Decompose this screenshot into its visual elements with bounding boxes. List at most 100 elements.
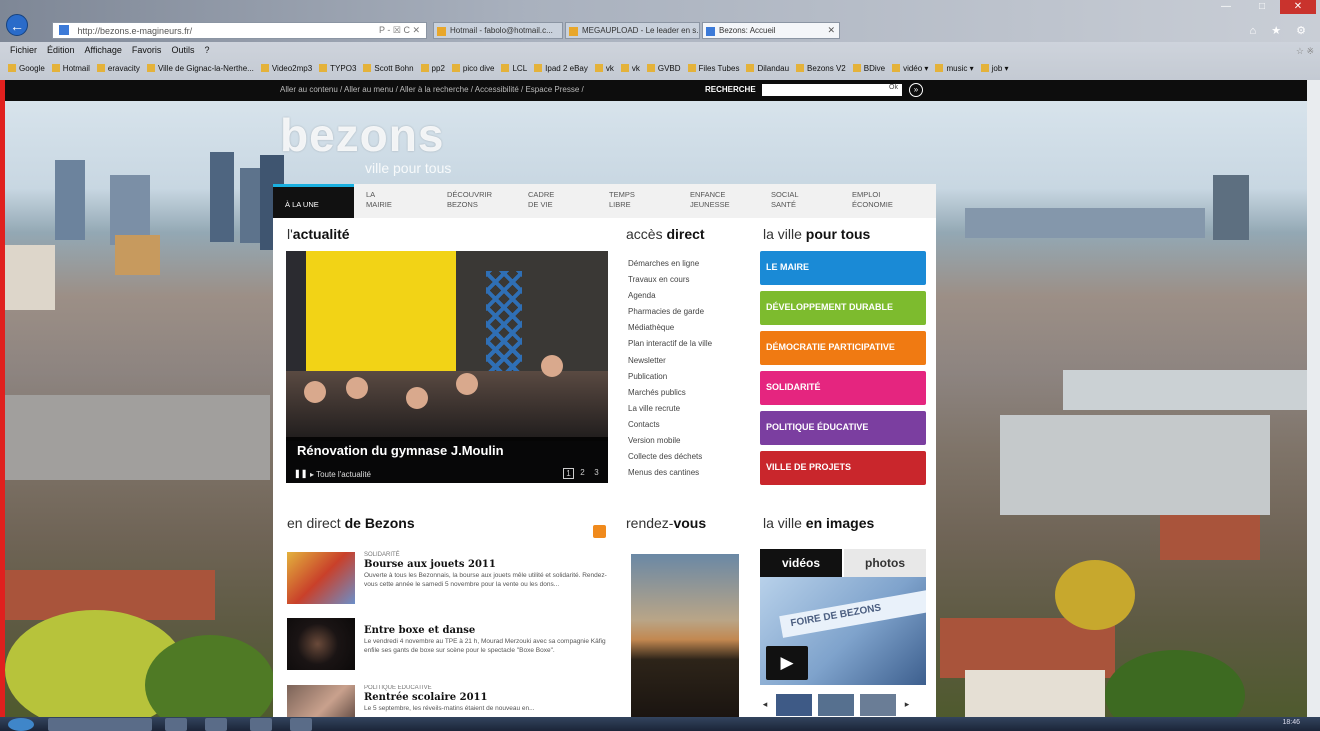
site-logo[interactable]: bezons: [280, 108, 444, 162]
video-thumbnail[interactable]: [860, 693, 896, 716]
favorite-item[interactable]: pico dive: [451, 64, 494, 80]
nav-item[interactable]: SOCIAL SANTÉ: [759, 184, 840, 218]
favorite-item[interactable]: pp2: [420, 64, 445, 80]
taskbar-item[interactable]: [205, 718, 227, 731]
close-tab-icon[interactable]: ✕: [827, 25, 835, 36]
slide-page-button[interactable]: 2: [577, 468, 588, 479]
tab-photos[interactable]: photos: [844, 549, 926, 577]
list-item[interactable]: SOLIDARITÉ Bourse aux jouets 2011 Ouvert…: [287, 552, 609, 606]
favorite-item[interactable]: Google: [8, 64, 45, 80]
favorite-item[interactable]: BDive: [852, 64, 885, 80]
nav-item[interactable]: À LA UNE: [273, 184, 354, 218]
taskbar-item[interactable]: [290, 718, 312, 731]
thumbnail-prev-icon[interactable]: ◂: [760, 699, 770, 710]
ville-pour-tous-button[interactable]: LE MAIRE: [760, 251, 926, 285]
favorite-item[interactable]: Hotmail: [51, 64, 90, 80]
ville-pour-tous-button[interactable]: SOLIDARITÉ: [760, 371, 926, 405]
acces-direct-link[interactable]: Version mobile: [628, 433, 712, 449]
favorite-item[interactable]: Video2mp3: [260, 64, 312, 80]
favorite-item[interactable]: eravacity: [96, 64, 140, 80]
ville-pour-tous-button[interactable]: POLITIQUE ÉDUCATIVE: [760, 411, 926, 445]
acces-direct-link[interactable]: Démarches en ligne: [628, 256, 712, 272]
favorite-item[interactable]: vidéo ▾: [892, 64, 928, 80]
video-thumbnail[interactable]: [776, 693, 812, 716]
acces-direct-link[interactable]: La ville recrute: [628, 401, 712, 417]
nav-item[interactable]: CADRE DE VIE: [516, 184, 597, 218]
acces-direct-link[interactable]: Newsletter: [628, 353, 712, 369]
acces-direct-link[interactable]: Agenda: [628, 288, 712, 304]
start-button[interactable]: [8, 718, 34, 731]
list-item[interactable]: POLITIQUE ÉDUCATIVE Rentrée scolaire 201…: [287, 685, 609, 717]
menu-affichage[interactable]: Affichage: [85, 45, 122, 60]
nav-item[interactable]: LA MAIRIE: [354, 184, 435, 218]
nav-item[interactable]: DÉCOUVRIR BEZONS: [435, 184, 516, 218]
accessibility-links[interactable]: Aller au contenu / Aller au menu / Aller…: [280, 85, 584, 94]
nav-item[interactable]: ENFANCE JEUNESSE: [678, 184, 759, 218]
thumbnail-next-icon[interactable]: ▸: [902, 699, 912, 710]
all-news-link[interactable]: ▸ Toute l'actualité: [310, 470, 371, 479]
browser-tab-hotmail[interactable]: Hotmail - fabolo@hotmail.c...: [433, 22, 563, 39]
taskbar-item[interactable]: [165, 718, 187, 731]
scrollbar[interactable]: [1307, 80, 1320, 717]
video-thumbnail[interactable]: [818, 693, 854, 716]
menu-help[interactable]: ?: [204, 45, 209, 60]
favorite-item[interactable]: music ▾: [935, 64, 974, 80]
slide-title[interactable]: Rénovation du gymnase J.Moulin: [297, 443, 504, 458]
ville-pour-tous-button[interactable]: VILLE DE PROJETS: [760, 451, 926, 485]
slide-page-button[interactable]: 3: [591, 468, 602, 479]
acces-direct-link[interactable]: Collecte des déchets: [628, 449, 712, 465]
acces-direct-link[interactable]: Contacts: [628, 417, 712, 433]
acces-direct-link[interactable]: Travaux en cours: [628, 272, 712, 288]
ville-pour-tous-button[interactable]: DÉMOCRATIE PARTICIPATIVE: [760, 331, 926, 365]
minimize-button[interactable]: —: [1208, 0, 1244, 14]
acces-direct-link[interactable]: Pharmacies de garde: [628, 304, 712, 320]
favorite-item[interactable]: Files Tubes: [687, 64, 739, 80]
address-bar[interactable]: http://bezons.e-magineurs.fr/ P - ☒ C ✕: [52, 22, 427, 39]
menu-outils[interactable]: Outils: [171, 45, 194, 60]
news-title[interactable]: Rentrée scolaire 2011: [364, 692, 487, 703]
video-player[interactable]: FOIRE DE BEZONS ▶: [760, 577, 926, 685]
acces-direct-link[interactable]: Menus des cantines: [628, 465, 712, 481]
taskbar-item[interactable]: [250, 718, 272, 731]
favorite-item[interactable]: vk: [620, 64, 640, 80]
favorite-item[interactable]: Ville de Gignac-la-Nerthe...: [146, 64, 254, 80]
play-icon[interactable]: ▶: [766, 646, 808, 680]
taskbar-item-browser[interactable]: [48, 718, 152, 731]
favorite-item[interactable]: Bezons V2: [796, 64, 846, 80]
browser-tab-bezons[interactable]: Bezons: Accueil ✕: [702, 22, 840, 39]
menu-favoris[interactable]: Favoris: [132, 45, 162, 60]
menu-edition[interactable]: Édition: [47, 45, 75, 60]
ville-pour-tous-button[interactable]: DÉVELOPPEMENT DURABLE: [760, 291, 926, 325]
search-input[interactable]: Ok: [762, 84, 902, 96]
address-tools-icons[interactable]: P - ☒ C ✕: [379, 25, 420, 36]
news-slideshow[interactable]: Rénovation du gymnase J.Moulin ❚❚ ▸ Tout…: [286, 251, 608, 483]
acces-direct-link[interactable]: Marchés publics: [628, 385, 712, 401]
news-title[interactable]: Entre boxe et danse: [364, 625, 475, 636]
acces-direct-link[interactable]: Publication: [628, 369, 712, 385]
search-go-button[interactable]: »: [909, 83, 923, 97]
browser-tab-megaupload[interactable]: MEGAUPLOAD - Le leader en s...: [565, 22, 700, 39]
slide-page-button[interactable]: 1: [563, 468, 574, 479]
favorite-item[interactable]: TYPO3: [319, 64, 356, 80]
favorite-item[interactable]: GVBD: [646, 64, 681, 80]
list-item[interactable]: Entre boxe et danse Le vendredi 4 novemb…: [287, 618, 609, 672]
rss-icon[interactable]: [593, 525, 606, 538]
favorite-item[interactable]: LCL: [501, 64, 527, 80]
side-tools-icons[interactable]: ☆ ※: [1296, 46, 1314, 57]
close-window-button[interactable]: ✕: [1280, 0, 1316, 14]
rendez-vous-image[interactable]: [631, 554, 739, 717]
acces-direct-link[interactable]: Plan interactif de la ville: [628, 336, 712, 352]
nav-item[interactable]: EMPLOI ÉCONOMIE: [840, 184, 921, 218]
home-favorites-tools-icons[interactable]: ⌂ ★ ⚙: [1250, 24, 1312, 37]
menu-fichier[interactable]: Fichier: [10, 45, 37, 60]
pause-icon[interactable]: ❚❚: [294, 469, 307, 478]
maximize-button[interactable]: □: [1244, 0, 1280, 14]
favorite-item[interactable]: vk: [594, 64, 614, 80]
favorite-item[interactable]: Ipad 2 eBay: [534, 64, 588, 80]
tab-videos[interactable]: vidéos: [760, 549, 842, 577]
favorite-item[interactable]: Dilandau: [746, 64, 789, 80]
acces-direct-link[interactable]: Médiathèque: [628, 320, 712, 336]
nav-item[interactable]: TEMPS LIBRE: [597, 184, 678, 218]
favorite-item[interactable]: Scott Bohn: [363, 64, 414, 80]
favorite-item[interactable]: job ▾: [980, 64, 1009, 80]
